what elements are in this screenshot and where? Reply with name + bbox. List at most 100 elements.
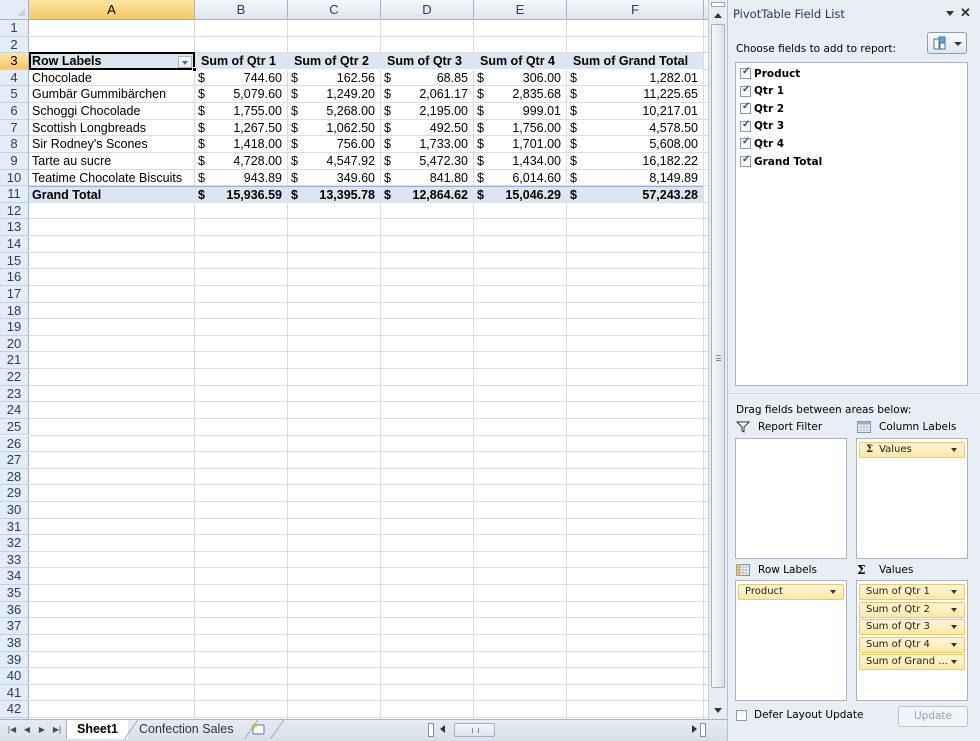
defer-layout-update[interactable]: Defer Layout Update — [736, 709, 863, 721]
pivot-cell[interactable]: Sum of Qtr 2 — [288, 53, 381, 70]
column-header-a[interactable]: A — [29, 0, 195, 20]
insert-worksheet-icon[interactable] — [252, 723, 266, 735]
sheet-tab-confection-sales[interactable]: Confection Sales — [129, 720, 244, 739]
value-cell[interactable]: $5,079.60 — [195, 86, 288, 103]
row-header[interactable]: 27 — [0, 452, 29, 469]
first-sheet-icon[interactable]: |◀ — [6, 724, 18, 736]
column-header-e[interactable]: E — [474, 0, 567, 20]
pivot-cell[interactable]: Sum of Qtr 4 — [474, 53, 567, 70]
row-header[interactable]: 29 — [0, 485, 29, 502]
row-header[interactable]: 34 — [0, 568, 29, 586]
value-cell[interactable]: $8,149.89 — [567, 170, 704, 187]
row-header[interactable]: 2 — [0, 36, 29, 54]
field-item[interactable]: Qtr 2 — [740, 100, 784, 117]
last-sheet-icon[interactable]: ▶| — [51, 724, 63, 736]
pane-divider[interactable] — [728, 393, 980, 395]
value-cell[interactable]: $1,418.00 — [195, 136, 288, 153]
value-cell[interactable]: $999.01 — [474, 103, 567, 120]
value-cell[interactable]: $1,434.00 — [474, 153, 567, 170]
pivot-cell[interactable]: Sum of Qtr 3 — [381, 53, 474, 70]
vertical-scroll-thumb[interactable] — [711, 24, 725, 688]
value-cell[interactable]: $306.00 — [474, 70, 567, 87]
row-header[interactable]: 9 — [0, 152, 29, 170]
product-label[interactable]: Tarte au sucre — [32, 153, 192, 170]
value-cell[interactable]: $15,936.59 — [195, 187, 288, 204]
product-label[interactable]: Teatime Chocolate Biscuits — [32, 170, 192, 187]
row-product-field[interactable]: Product — [738, 584, 844, 600]
update-button[interactable]: Update — [898, 706, 968, 727]
field-checkbox[interactable] — [740, 84, 751, 97]
vertical-split-box[interactable] — [711, 2, 725, 7]
row-header[interactable]: 1 — [0, 20, 29, 37]
value-cell[interactable]: $4,547.92 — [288, 153, 381, 170]
value-cell[interactable]: $162.56 — [288, 70, 381, 87]
value-column-header[interactable]: Sum of Qtr 1 — [201, 53, 276, 70]
value-cell[interactable]: $349.60 — [288, 170, 381, 187]
grand-total-label[interactable]: Grand Total — [32, 187, 192, 204]
value-cell[interactable]: $11,225.65 — [567, 86, 704, 103]
scroll-right-arrow-icon[interactable] — [692, 725, 697, 733]
values-field[interactable]: Sum of Qtr 2 — [859, 601, 965, 618]
value-column-header[interactable]: Sum of Grand Total — [573, 53, 688, 70]
row-labels-filter-dropdown-icon[interactable] — [178, 56, 192, 69]
value-cell[interactable]: $1,249.20 — [288, 86, 381, 103]
value-cell[interactable]: $1,733.00 — [381, 136, 474, 153]
pivot-cell[interactable]: Sum of Grand Total — [567, 53, 704, 70]
field-checkbox[interactable] — [740, 119, 751, 132]
row-header[interactable]: 4 — [0, 69, 29, 87]
defer-layout-checkbox[interactable] — [736, 709, 747, 721]
vertical-scrollbar[interactable] — [708, 0, 727, 720]
chevron-down-icon[interactable] — [830, 590, 836, 594]
value-cell[interactable]: $1,062.50 — [288, 120, 381, 137]
chevron-down-icon[interactable] — [951, 625, 957, 630]
close-icon[interactable]: ✕ — [960, 5, 971, 21]
value-cell[interactable]: $943.89 — [195, 170, 288, 187]
row-header[interactable]: 12 — [0, 202, 29, 220]
row-header[interactable]: 21 — [0, 352, 29, 369]
horizontal-scrollbar[interactable] — [428, 722, 706, 738]
report-filter-area[interactable] — [735, 438, 847, 559]
row-header[interactable]: 3 — [0, 53, 29, 70]
value-column-header[interactable]: Sum of Qtr 4 — [480, 53, 555, 70]
scroll-up-arrow-icon[interactable] — [709, 9, 727, 23]
row-header[interactable]: 7 — [0, 119, 29, 137]
value-cell[interactable]: $57,243.28 — [567, 187, 704, 204]
values-field[interactable]: Sum of Qtr 3 — [859, 619, 965, 636]
row-header[interactable]: 40 — [0, 668, 29, 685]
row-header[interactable]: 24 — [0, 402, 29, 419]
chevron-down-icon[interactable] — [951, 660, 957, 665]
value-cell[interactable]: $5,608.00 — [567, 136, 704, 153]
row-header[interactable]: 42 — [0, 701, 29, 719]
column-header-b[interactable]: B — [195, 0, 288, 20]
value-cell[interactable]: $68.85 — [381, 70, 474, 87]
values-field[interactable]: Sum of Qtr 4 — [859, 636, 965, 653]
value-cell[interactable]: $12,864.62 — [381, 187, 474, 204]
value-cell[interactable]: $1,282.01 — [567, 70, 704, 87]
chevron-down-icon[interactable] — [951, 448, 957, 452]
scroll-left-arrow-icon[interactable] — [440, 725, 445, 733]
field-checkbox[interactable] — [740, 66, 751, 79]
value-column-header[interactable]: Sum of Qtr 3 — [387, 53, 462, 70]
field-item[interactable]: Qtr 1 — [740, 83, 784, 100]
row-header[interactable]: 23 — [0, 385, 29, 403]
value-cell[interactable]: $756.00 — [288, 136, 381, 153]
value-cell[interactable]: $5,268.00 — [288, 103, 381, 120]
row-header[interactable]: 39 — [0, 651, 29, 669]
product-label[interactable]: Gumbär Gummibärchen — [32, 86, 192, 103]
row-header[interactable]: 35 — [0, 585, 29, 602]
value-cell[interactable]: $744.60 — [195, 70, 288, 87]
row-header[interactable]: 18 — [0, 302, 29, 320]
row-header[interactable]: 32 — [0, 535, 29, 552]
row-header[interactable]: 41 — [0, 684, 29, 702]
value-cell[interactable]: $2,195.00 — [381, 103, 474, 120]
row-header[interactable]: 28 — [0, 468, 29, 486]
field-checkbox[interactable] — [740, 154, 751, 167]
value-column-header[interactable]: Sum of Qtr 2 — [294, 53, 369, 70]
row-header[interactable]: 5 — [0, 86, 29, 104]
value-cell[interactable]: $2,835.68 — [474, 86, 567, 103]
field-item[interactable]: Qtr 3 — [740, 118, 784, 135]
scroll-down-arrow-icon[interactable] — [709, 704, 727, 718]
values-field[interactable]: Sum of Qtr 1 — [859, 584, 965, 600]
tab-split-box[interactable] — [428, 723, 434, 737]
row-header[interactable]: 14 — [0, 236, 29, 253]
